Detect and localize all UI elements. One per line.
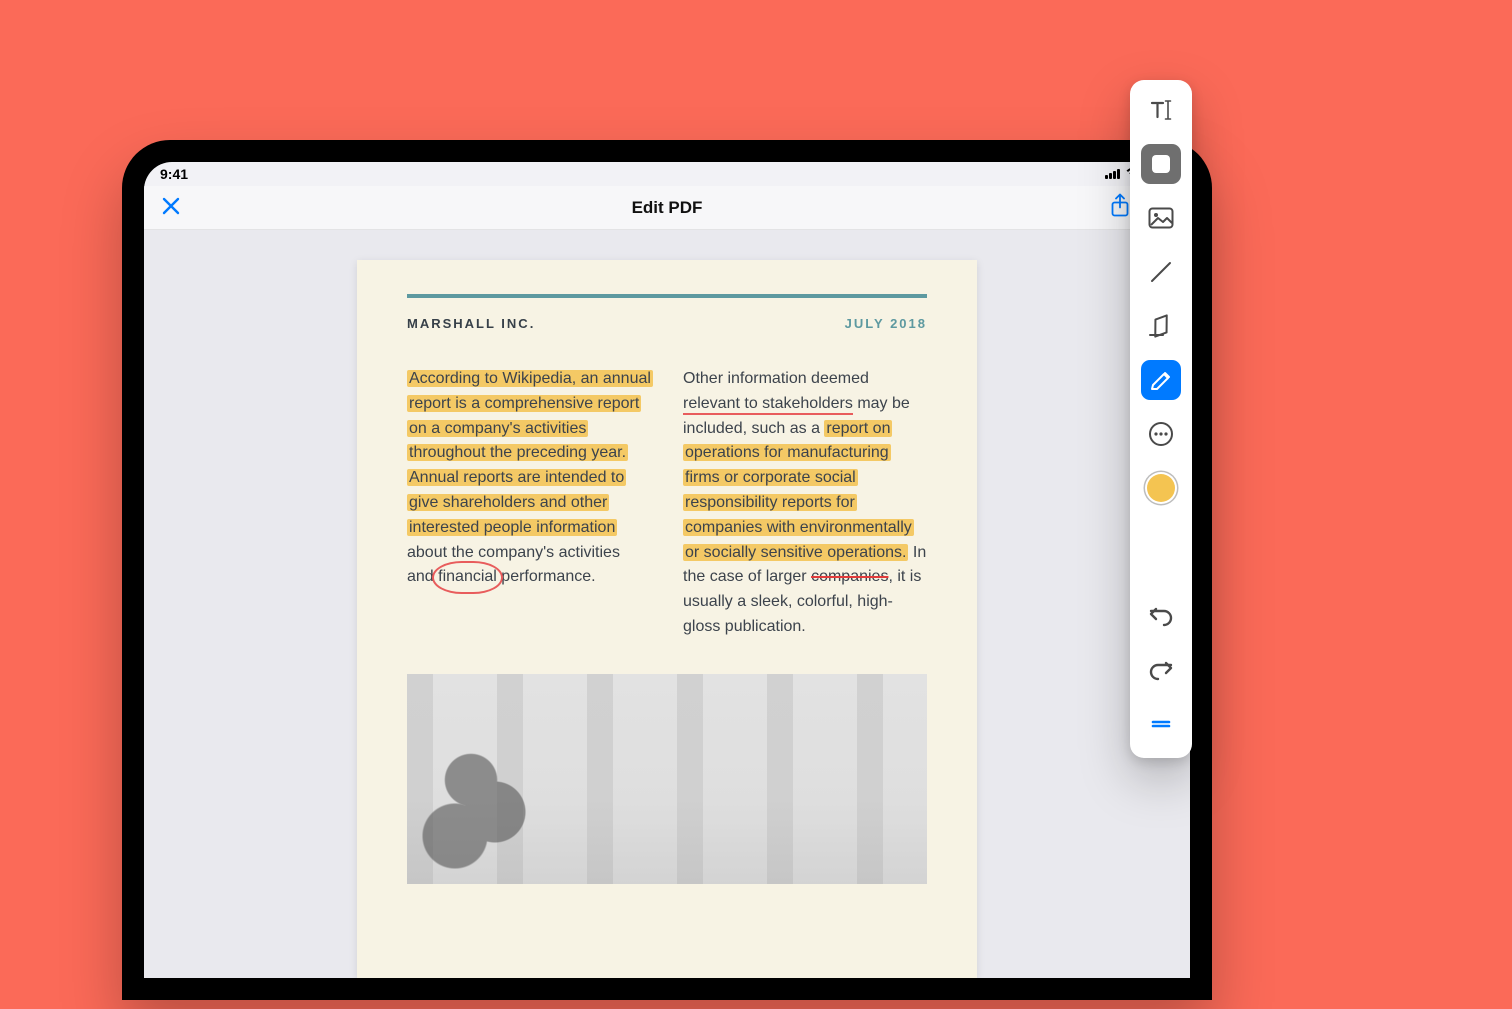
column-left: According to Wikipedia, an annual report… xyxy=(407,367,651,640)
document-image xyxy=(407,674,927,884)
ipad-frame: 9:41 Edit PDF xyxy=(122,140,1212,1000)
body-text: Other information deemed xyxy=(683,370,869,387)
circled-word: financial xyxy=(438,565,497,590)
undo-button[interactable] xyxy=(1141,596,1181,636)
highlighted-text: According to Wikipedia, an annual report… xyxy=(407,370,653,536)
column-right: Other information deemed relevant to sta… xyxy=(683,367,927,640)
strikethrough-text: companies xyxy=(811,568,888,585)
body-text: performance. xyxy=(497,568,596,585)
nav-bar: Edit PDF xyxy=(144,186,1190,230)
close-button[interactable] xyxy=(162,195,180,221)
cellular-icon xyxy=(1105,169,1120,179)
image-tool[interactable] xyxy=(1141,198,1181,238)
color-swatch-icon xyxy=(1147,474,1175,502)
underlined-text: relevant to stakeholders xyxy=(683,395,853,415)
company-name: MARSHALL INC. xyxy=(407,316,535,331)
page-title: Edit PDF xyxy=(632,198,703,218)
text-tool[interactable] xyxy=(1141,90,1181,130)
tools-palette[interactable] xyxy=(1130,80,1192,758)
highlighter-tool[interactable] xyxy=(1141,360,1181,400)
more-tool[interactable] xyxy=(1141,414,1181,454)
document-viewport[interactable]: MARSHALL INC. JULY 2018 According to Wik… xyxy=(144,230,1190,978)
share-button[interactable] xyxy=(1110,193,1130,222)
document-date: JULY 2018 xyxy=(845,316,927,331)
eraser-tool[interactable] xyxy=(1141,306,1181,346)
redo-button[interactable] xyxy=(1141,650,1181,690)
app-screen: 9:41 Edit PDF xyxy=(144,162,1190,978)
line-tool[interactable] xyxy=(1141,252,1181,292)
highlighted-text: report on operations for manufacturing f… xyxy=(683,420,914,561)
ipad-bezel: 9:41 Edit PDF xyxy=(132,150,1202,990)
status-time: 9:41 xyxy=(160,166,188,182)
status-bar: 9:41 xyxy=(144,162,1190,186)
textbox-tool[interactable] xyxy=(1141,144,1181,184)
header-rule xyxy=(407,294,927,298)
color-picker[interactable] xyxy=(1141,468,1181,508)
palette-handle[interactable] xyxy=(1141,704,1181,744)
pdf-page[interactable]: MARSHALL INC. JULY 2018 According to Wik… xyxy=(357,260,977,978)
